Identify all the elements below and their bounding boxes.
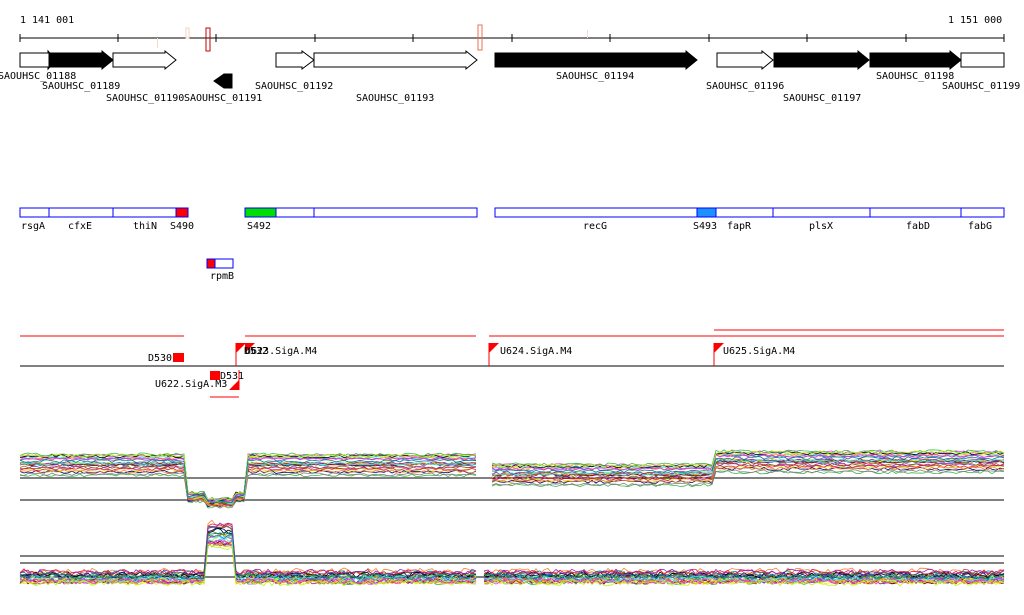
operon-label: rsgA (21, 221, 45, 232)
expression-trace (19, 527, 1005, 579)
operon-label: recG (583, 221, 607, 232)
gene-label: SAOUHSC_01199 (942, 81, 1020, 92)
operon-label: S493 (693, 221, 717, 232)
operon-label: fabG (968, 221, 992, 232)
expression-trace (19, 519, 1005, 575)
genome-browser: 1 141 001 1 151 000 SAOUHSC_01188 SAOUHS… (0, 15, 1020, 587)
gene-label: SAOUHSC_01192 (255, 81, 333, 92)
operon-label: thiN (133, 221, 157, 232)
expression-tracks (19, 449, 1005, 587)
gene-label: SAOUHSC_01197 (783, 93, 861, 104)
expression-trace (19, 527, 1005, 579)
operon-label: rpmB (210, 271, 234, 282)
expression-trace (19, 522, 1005, 576)
operon-label: fabD (906, 221, 930, 232)
feature-label: U624.SigA.M4 (500, 346, 572, 357)
feature-label: D532 (244, 346, 268, 357)
operon-label: fapR (727, 221, 752, 232)
operon-label: S492 (247, 221, 271, 232)
feature-label: U625.SigA.M4 (723, 346, 795, 357)
gene-label: SAOUHSC_01196 (706, 81, 784, 92)
operon-track[interactable] (19, 207, 1005, 269)
expression-trace (19, 523, 1005, 576)
ruler-axis (19, 34, 1005, 42)
gene-label: SAOUHSC_01193 (356, 93, 434, 104)
gene-track[interactable] (19, 49, 1005, 89)
feature-label: U622.SigA.M3 (155, 379, 227, 390)
gene-label: SAOUHSC_01191 (184, 93, 262, 104)
expression-trace (19, 470, 1005, 509)
gene-label: SAOUHSC_01190 (106, 93, 184, 104)
gene-label: SAOUHSC_01189 (42, 81, 120, 92)
operon-label: S490 (170, 221, 194, 232)
gene-label: SAOUHSC_01194 (556, 71, 634, 82)
operon-label: plsX (809, 221, 833, 232)
operon-label: cfxE (68, 221, 92, 232)
feature-label: D530 (148, 353, 172, 364)
ruler-start: 1 141 001 (20, 15, 74, 26)
ruler-end: 1 151 000 (948, 15, 1002, 26)
